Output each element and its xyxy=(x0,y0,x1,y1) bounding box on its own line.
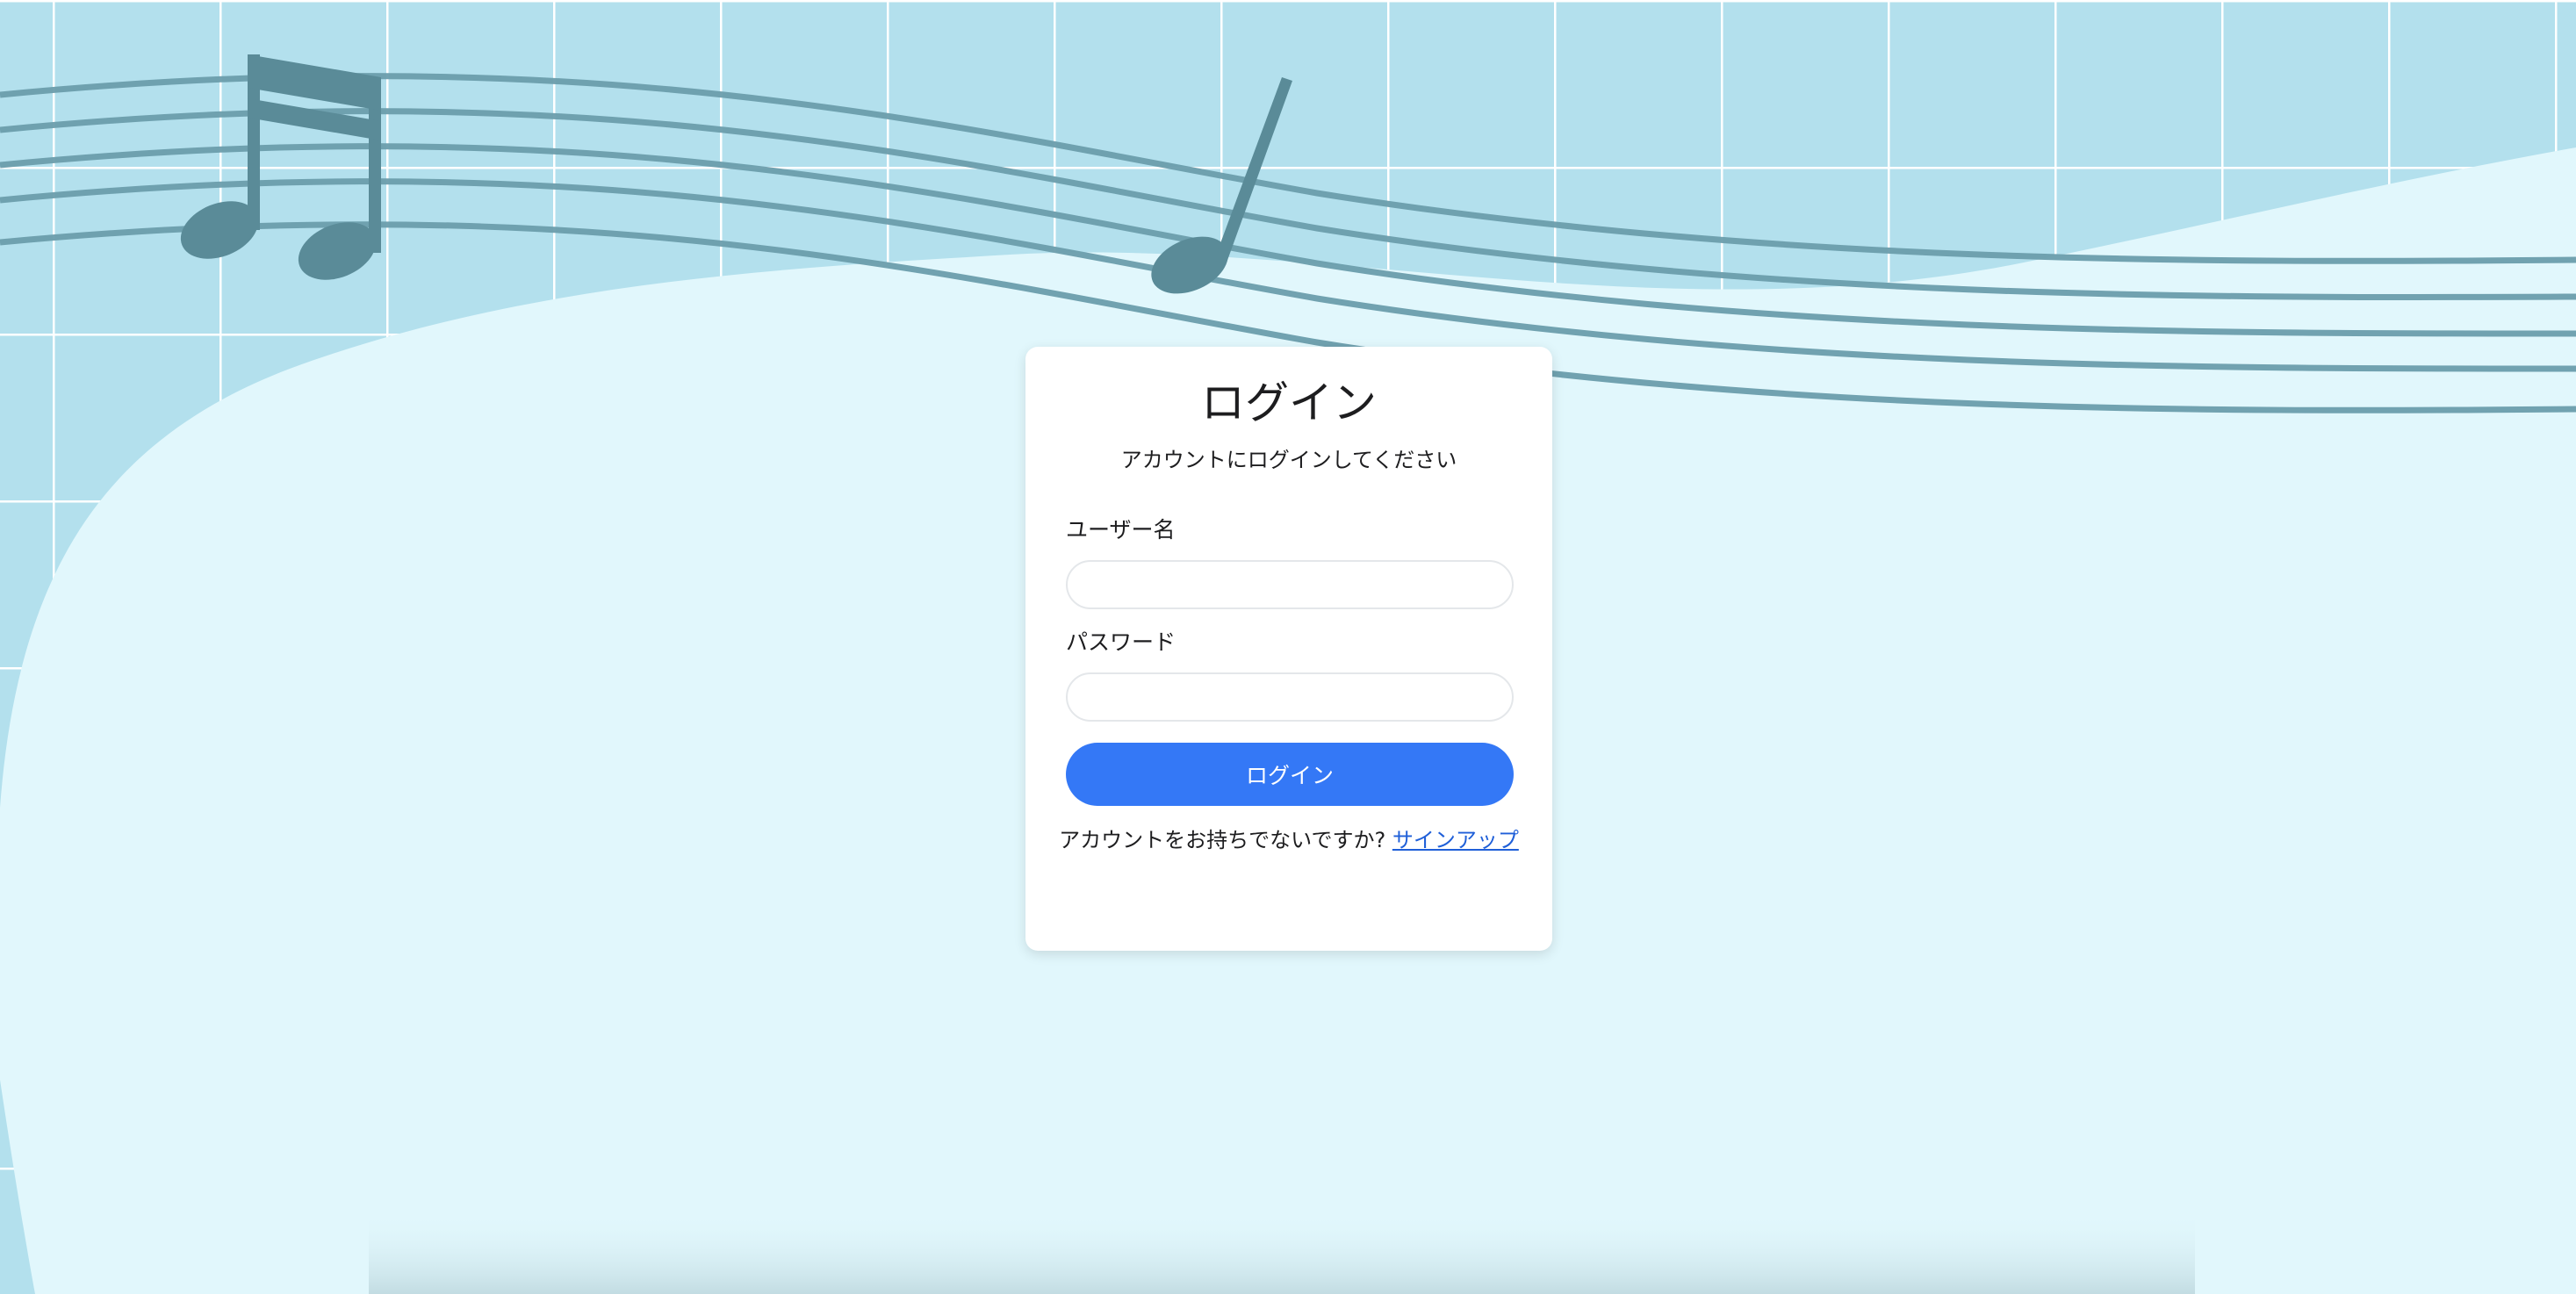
password-label: パスワード xyxy=(1066,629,1176,655)
signup-prompt-line: アカウントをお持ちでないですか? サインアップ xyxy=(1052,824,1526,857)
signup-link[interactable]: サインアップ xyxy=(1392,828,1519,852)
username-label: ユーザー名 xyxy=(1066,517,1176,543)
login-card: ログイン アカウントにログインしてください ユーザー名 パスワード ログイン ア… xyxy=(1025,347,1552,951)
bottom-shadow xyxy=(369,1211,2195,1294)
signup-prompt-text: アカウントをお持ちでないですか? xyxy=(1059,828,1392,852)
login-subtitle: アカウントにログインしてください xyxy=(1120,448,1457,472)
login-button[interactable]: ログイン xyxy=(1066,743,1514,806)
username-input[interactable] xyxy=(1066,560,1514,609)
password-input[interactable] xyxy=(1066,672,1514,722)
login-title: ログイン xyxy=(1201,377,1377,428)
